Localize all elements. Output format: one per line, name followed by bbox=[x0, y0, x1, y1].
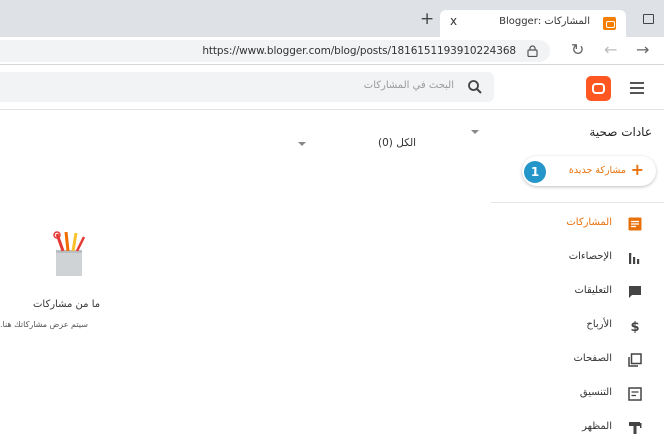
sidebar-item-label: التنسيق bbox=[579, 387, 612, 398]
new-post-label: مشاركة جديدة bbox=[568, 165, 626, 176]
hamburger-menu-icon[interactable] bbox=[630, 82, 644, 94]
blogger-header: البحث في المشاركات bbox=[0, 66, 664, 110]
sidebar-item-label: المشاركات bbox=[566, 217, 612, 228]
sidebar-item-label: المظهر bbox=[582, 421, 612, 432]
reload-button[interactable]: ↻ bbox=[571, 42, 584, 58]
chevron-down-icon[interactable] bbox=[298, 142, 306, 146]
layout-icon bbox=[628, 387, 642, 401]
search-placeholder: البحث في المشاركات bbox=[363, 80, 454, 91]
search-icon[interactable] bbox=[466, 78, 484, 96]
sidebar-item-posts[interactable]: المشاركات bbox=[491, 210, 664, 238]
forward-button[interactable]: ← bbox=[604, 42, 617, 58]
sidebar-item-label: الإحصاءات bbox=[568, 251, 612, 262]
tab-close-button[interactable]: x bbox=[450, 14, 457, 28]
sidebar-item-comments[interactable]: التعليقات bbox=[491, 278, 664, 306]
sidebar-item-pages[interactable]: الصفحات bbox=[491, 346, 664, 374]
browser-tab-bar: + x المشاركات :Blogger bbox=[0, 0, 664, 37]
sidebar-item-label: الأرباح bbox=[586, 319, 612, 330]
address-bar: https://www.blogger.com/blog/posts/18161… bbox=[0, 37, 664, 65]
url-text: https://www.blogger.com/blog/posts/18161… bbox=[202, 45, 516, 57]
blogger-logo-icon[interactable] bbox=[586, 76, 611, 101]
search-input[interactable]: البحث في المشاركات bbox=[0, 72, 494, 102]
back-button[interactable]: → bbox=[636, 42, 649, 58]
comments-icon bbox=[629, 286, 641, 298]
sidebar-item-earnings[interactable]: $ الأرباح bbox=[491, 312, 664, 340]
sidebar-item-stats[interactable]: الإحصاءات bbox=[491, 244, 664, 272]
sidebar-divider bbox=[491, 202, 664, 203]
pages-icon bbox=[628, 353, 642, 367]
stats-icon bbox=[629, 253, 640, 264]
blogger-favicon-icon bbox=[603, 17, 616, 30]
posts-icon bbox=[628, 217, 642, 231]
theme-icon bbox=[629, 422, 642, 434]
earnings-icon: $ bbox=[630, 320, 639, 333]
plus-icon: + bbox=[630, 160, 644, 179]
pencil-cup-icon bbox=[53, 231, 86, 276]
chevron-down-icon[interactable] bbox=[471, 130, 479, 134]
browser-tab[interactable]: x المشاركات :Blogger bbox=[440, 10, 626, 37]
sidebar-item-label: التعليقات bbox=[574, 285, 612, 296]
empty-state-subtitle: سيتم عرض مشاركاتك هنا. bbox=[0, 320, 88, 329]
tab-title: المشاركات :Blogger bbox=[499, 16, 590, 27]
step-number-badge: 1 bbox=[524, 161, 546, 183]
url-field[interactable]: https://www.blogger.com/blog/posts/18161… bbox=[0, 40, 550, 62]
sidebar-item-label: الصفحات bbox=[573, 353, 612, 364]
svg-text:$: $ bbox=[630, 320, 639, 333]
posts-filter-dropdown[interactable]: الكل (0) bbox=[378, 137, 416, 149]
blog-title[interactable]: عادات صحية bbox=[589, 125, 652, 139]
window-restore-icon[interactable] bbox=[643, 14, 654, 24]
sidebar-item-layout[interactable]: التنسيق bbox=[491, 380, 664, 408]
sidebar-item-theme[interactable]: المظهر bbox=[491, 414, 664, 442]
new-tab-button[interactable]: + bbox=[420, 11, 434, 28]
lock-icon[interactable] bbox=[527, 45, 538, 57]
empty-state-title: ما من مشاركات bbox=[33, 299, 101, 310]
